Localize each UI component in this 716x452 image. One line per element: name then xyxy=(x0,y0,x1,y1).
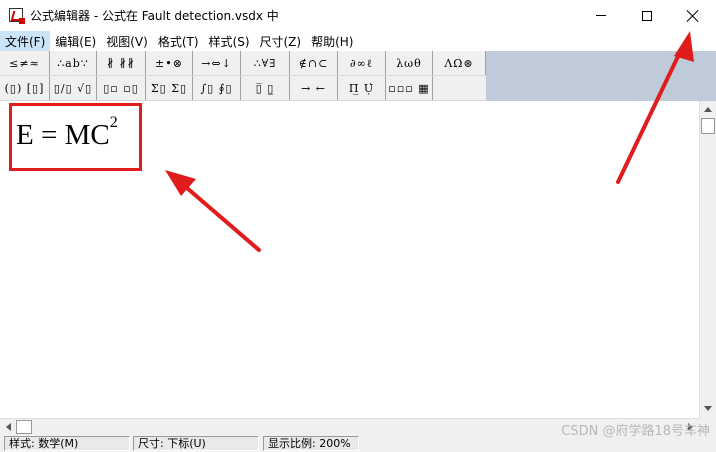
close-button[interactable] xyxy=(670,0,716,31)
annotation-highlight-box xyxy=(9,103,142,171)
equation-editor-area[interactable]: E = MC2 xyxy=(0,101,699,418)
underbar-overbar-templates-button[interactable]: ▯̅ ▯̲ xyxy=(241,76,290,100)
title-bar: 公式编辑器 - 公式在 Fault detection.vsdx 中 xyxy=(0,0,716,31)
embellishments-button[interactable]: ∦ ∦∦ xyxy=(97,51,146,75)
menu-view[interactable]: 视图(V) xyxy=(101,31,153,51)
vertical-scroll-thumb[interactable] xyxy=(701,118,715,134)
logical-symbols-button[interactable]: ∴∀∃ xyxy=(241,51,290,75)
arrow-symbols-button[interactable]: →⇔↓ xyxy=(193,51,241,75)
symbol-toolbar: ≤≠≈ ∴ab∵ ∦ ∦∦ ±•⊗ →⇔↓ ∴∀∃ ∉∩⊂ ∂∞ℓ λωθ ΛΩ… xyxy=(0,51,716,101)
scroll-up-button[interactable] xyxy=(700,102,715,117)
status-zoom: 显示比例: 200% xyxy=(263,436,359,451)
spaces-ellipses-button[interactable]: ∴ab∵ xyxy=(50,51,97,75)
menu-bar: 文件(F) 编辑(E) 视图(V) 格式(T) 样式(S) 尺寸(Z) 帮助(H… xyxy=(0,31,716,51)
fraction-radical-templates-button[interactable]: ▯/▯ √▯ xyxy=(50,76,97,100)
misc-symbols-button[interactable]: ∂∞ℓ xyxy=(338,51,386,75)
minimize-button[interactable] xyxy=(578,0,624,31)
menu-size[interactable]: 尺寸(Z) xyxy=(255,31,307,51)
integral-templates-button[interactable]: ∫▯ ∮▯ xyxy=(193,76,241,100)
relational-symbols-button[interactable]: ≤≠≈ xyxy=(0,51,50,75)
window-title: 公式编辑器 - 公式在 Fault detection.vsdx 中 xyxy=(30,9,279,23)
symbol-palette-row: ≤≠≈ ∴ab∵ ∦ ∦∦ ±•⊗ →⇔↓ ∴∀∃ ∉∩⊂ ∂∞ℓ λωθ ΛΩ… xyxy=(0,51,486,76)
template-palette-row: (▯) [▯] ▯/▯ √▯ ▯▫ ▫▯ Σ▯ Σ▯ ∫▯ ∮▯ ▯̅ ▯̲ →… xyxy=(0,76,486,101)
vertical-scrollbar[interactable] xyxy=(699,101,716,418)
watermark: CSDN @府学路18号车神 xyxy=(561,424,710,439)
greek-lowercase-button[interactable]: λωθ xyxy=(386,51,433,75)
arrow-down-icon xyxy=(703,406,712,411)
status-size: 尺寸: 下标(U) xyxy=(133,436,259,451)
products-set-theory-templates-button[interactable]: Π̲ Ụ̇ xyxy=(338,76,386,100)
subscript-superscript-templates-button[interactable]: ▯▫ ▫▯ xyxy=(97,76,146,100)
arrow-up-icon xyxy=(703,107,712,112)
scroll-left-button[interactable] xyxy=(1,419,16,434)
summation-templates-button[interactable]: Σ▯ Σ▯ xyxy=(146,76,193,100)
close-icon xyxy=(687,10,699,22)
set-theory-symbols-button[interactable]: ∉∩⊂ xyxy=(290,51,338,75)
toolbar-palettes: ≤≠≈ ∴ab∵ ∦ ∦∦ ±•⊗ →⇔↓ ∴∀∃ ∉∩⊂ ∂∞ℓ λωθ ΛΩ… xyxy=(0,51,486,101)
operator-symbols-button[interactable]: ±•⊗ xyxy=(146,51,193,75)
equation-editor-icon xyxy=(9,8,25,24)
matrix-templates-button[interactable]: ▫▫▫ ▦ xyxy=(386,76,433,100)
horizontal-scroll-thumb[interactable] xyxy=(16,420,32,434)
maximize-button[interactable] xyxy=(624,0,670,31)
menu-format[interactable]: 格式(T) xyxy=(153,31,204,51)
status-style: 样式: 数学(M) xyxy=(4,436,130,451)
menu-help[interactable]: 帮助(H) xyxy=(306,31,358,51)
greek-uppercase-button[interactable]: ΛΩ⊛ xyxy=(433,51,486,75)
menu-edit[interactable]: 编辑(E) xyxy=(50,31,101,51)
menu-style[interactable]: 样式(S) xyxy=(204,31,255,51)
arrow-left-icon xyxy=(6,422,11,431)
minimize-icon xyxy=(596,15,606,16)
maximize-icon xyxy=(642,10,652,21)
labeled-arrow-templates-button[interactable]: → ← xyxy=(290,76,338,100)
menu-file[interactable]: 文件(F) xyxy=(0,31,51,51)
scroll-down-button[interactable] xyxy=(700,401,715,416)
fence-templates-button[interactable]: (▯) [▯] xyxy=(0,76,50,100)
